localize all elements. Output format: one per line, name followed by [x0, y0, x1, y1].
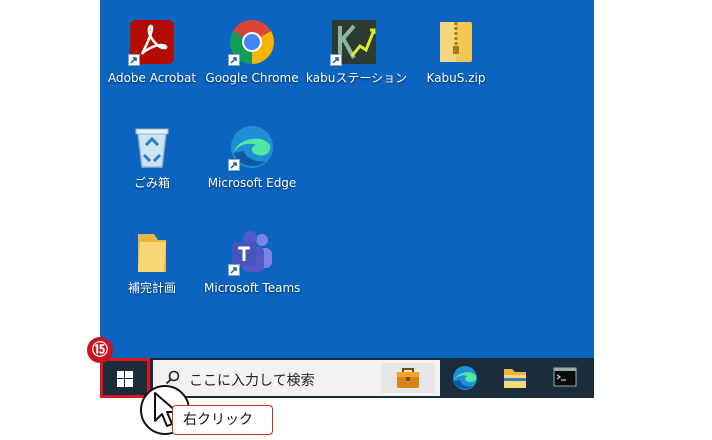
folder-icon — [504, 369, 526, 388]
desktop-icon-adobe-acrobat[interactable]: Adobe Acrobat — [104, 0, 200, 85]
shortcut-arrow-icon — [330, 54, 342, 66]
icon-label: Google Chrome — [205, 71, 299, 85]
windows-logo-icon — [117, 371, 133, 387]
right-click-label: 右クリック — [172, 405, 273, 435]
desktop[interactable]: Adobe Acrobat Google Chrome kabuステーション K… — [100, 0, 594, 358]
taskbar-command-prompt-button[interactable] — [542, 358, 588, 398]
icon-label: KabuS.zip — [426, 71, 486, 85]
start-button[interactable] — [100, 358, 150, 398]
kabu-station-icon — [330, 18, 378, 66]
search-box[interactable]: ここに入力して検索 — [153, 360, 440, 396]
google-chrome-icon — [228, 18, 276, 66]
folder-icon — [128, 228, 176, 276]
desktop-icon-kabus-zip[interactable]: KabuS.zip — [408, 0, 504, 85]
desktop-icon-kabu-station[interactable]: kabuステーション — [306, 0, 408, 85]
microsoft-store-button[interactable] — [381, 363, 435, 393]
terminal-icon — [553, 367, 577, 387]
desktop-icon-hokan-keikaku[interactable]: 補完計画 — [104, 210, 200, 295]
taskbar-file-explorer-button[interactable] — [492, 358, 538, 398]
icon-label: Microsoft Edge — [207, 176, 297, 190]
recycle-bin-icon — [128, 123, 176, 171]
search-placeholder: ここに入力して検索 — [189, 373, 315, 389]
shopping-bag-icon — [397, 368, 419, 388]
desktop-icon-recycle-bin[interactable]: ごみ箱 — [104, 105, 200, 190]
icon-label: 補完計画 — [127, 281, 176, 295]
desktop-icon-google-chrome[interactable]: Google Chrome — [204, 0, 300, 85]
adobe-acrobat-icon — [128, 18, 176, 66]
taskbar-edge-button[interactable] — [442, 358, 488, 398]
icon-label: kabuステーション — [306, 71, 408, 85]
shortcut-arrow-icon — [228, 54, 240, 66]
desktop-icon-microsoft-edge[interactable]: Microsoft Edge — [204, 105, 300, 190]
microsoft-teams-icon — [228, 228, 276, 276]
zip-folder-icon — [432, 18, 480, 66]
icon-label: Microsoft Teams — [204, 281, 301, 295]
step-number-badge: ⑮ — [87, 337, 113, 363]
shortcut-arrow-icon — [228, 159, 240, 171]
shortcut-arrow-icon — [128, 54, 140, 66]
microsoft-edge-icon — [228, 123, 276, 171]
microsoft-edge-icon — [453, 366, 477, 390]
icon-label: ごみ箱 — [133, 176, 170, 190]
search-icon — [165, 370, 180, 385]
desktop-icon-microsoft-teams[interactable]: Microsoft Teams — [204, 210, 300, 295]
shortcut-arrow-icon — [228, 264, 240, 276]
icon-label: Adobe Acrobat — [107, 71, 197, 85]
